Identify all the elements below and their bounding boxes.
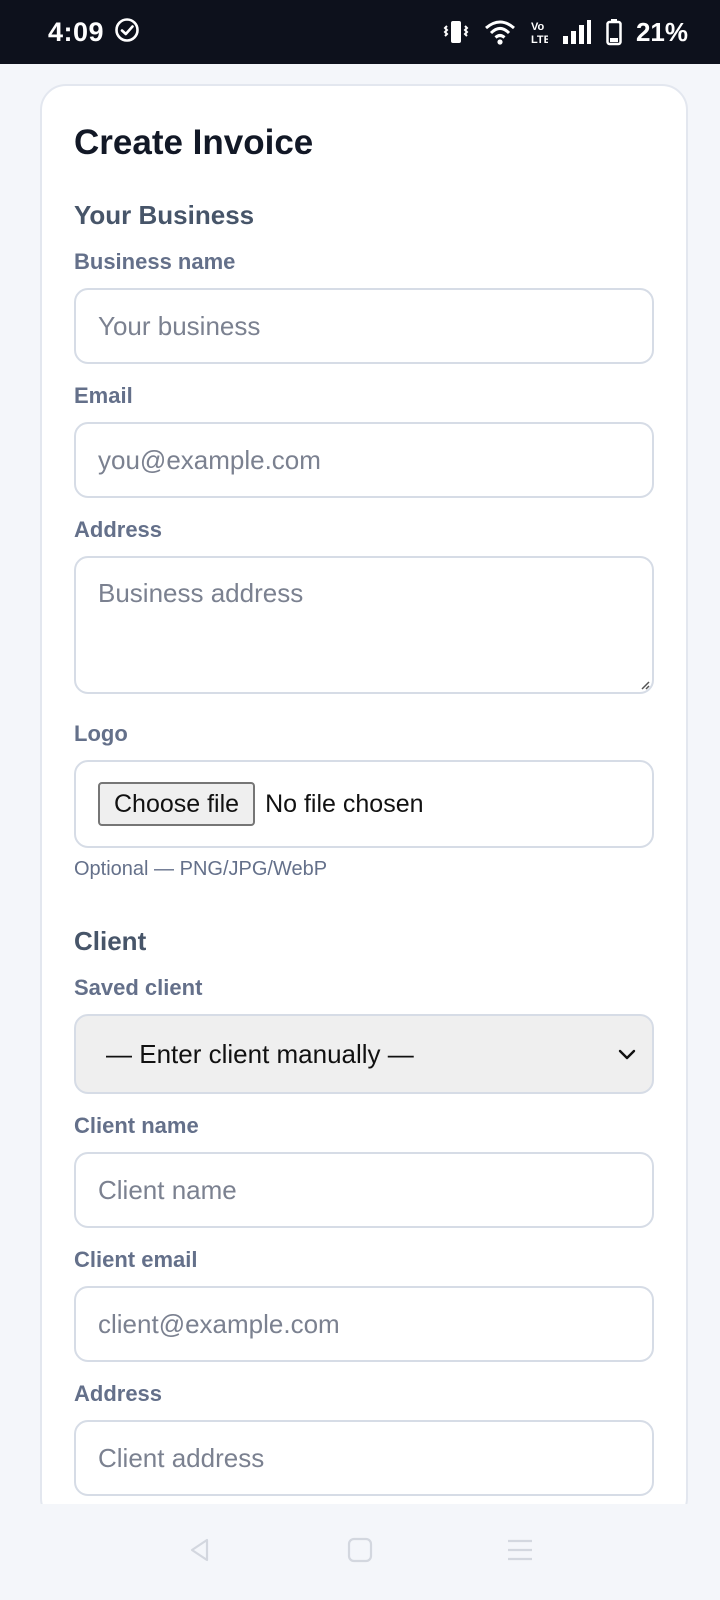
logo-file-input[interactable]: Choose file No file chosen <box>74 760 654 848</box>
logo-helper-text: Optional — PNG/JPG/WebP <box>74 858 328 880</box>
battery-icon <box>606 18 622 46</box>
business-name-placeholder: Your business <box>98 310 261 341</box>
file-status-text: No file chosen <box>265 789 424 818</box>
business-address-textarea[interactable]: Business address <box>74 556 654 694</box>
check-circle-icon <box>114 17 140 48</box>
battery-percent: 21% <box>635 16 688 47</box>
status-right: Vo LTE 21% <box>442 17 688 48</box>
business-address-placeholder: Business address <box>98 578 304 608</box>
client-address-label: Address <box>74 1381 163 1406</box>
business-name-input[interactable]: Your business <box>74 288 654 364</box>
business-address-label: Address <box>74 517 163 542</box>
section-title-business: Your Business <box>74 200 255 230</box>
client-email-input[interactable]: client@example.com <box>74 1286 654 1362</box>
client-address-input[interactable]: Client address <box>74 1420 654 1496</box>
client-name-input[interactable]: Client name <box>74 1152 654 1228</box>
choose-file-button[interactable]: Choose file <box>98 782 256 826</box>
saved-client-selected: — Enter client manually — <box>106 1038 414 1069</box>
status-time: 4:09 <box>48 16 105 47</box>
business-email-placeholder: you@example.com <box>98 444 321 475</box>
logo-label: Logo <box>74 721 128 746</box>
section-title-client: Client <box>74 926 147 956</box>
svg-text:LTE: LTE <box>531 34 548 46</box>
recents-icon[interactable] <box>505 1535 535 1570</box>
back-icon[interactable] <box>185 1535 215 1570</box>
chevron-down-icon <box>618 1049 636 1060</box>
business-name-label: Business name <box>74 249 236 274</box>
client-email-placeholder: client@example.com <box>98 1308 340 1339</box>
status-bar: 4:09 Vo LTE 21% <box>0 0 720 64</box>
invoice-form-card: Create Invoice Your Business Business na… <box>40 84 688 1524</box>
volte-icon: Vo LTE <box>530 18 548 46</box>
home-icon[interactable] <box>345 1535 375 1570</box>
client-name-placeholder: Client name <box>98 1174 237 1205</box>
page-title: Create Invoice <box>74 123 314 162</box>
client-email-label: Client email <box>74 1247 198 1272</box>
status-left: 4:09 <box>48 17 140 48</box>
svg-text:Vo: Vo <box>531 21 545 33</box>
resize-grip-icon[interactable] <box>640 680 650 690</box>
business-email-input[interactable]: you@example.com <box>74 422 654 498</box>
client-name-label: Client name <box>74 1113 199 1138</box>
navigation-bar <box>0 1504 720 1600</box>
vibrate-icon <box>442 18 470 46</box>
client-address-placeholder: Client address <box>98 1442 265 1473</box>
saved-client-select[interactable]: — Enter client manually — <box>74 1014 654 1094</box>
saved-client-label: Saved client <box>74 975 203 1000</box>
business-email-label: Email <box>74 383 133 408</box>
signal-icon <box>562 19 592 45</box>
wifi-icon <box>484 18 516 46</box>
